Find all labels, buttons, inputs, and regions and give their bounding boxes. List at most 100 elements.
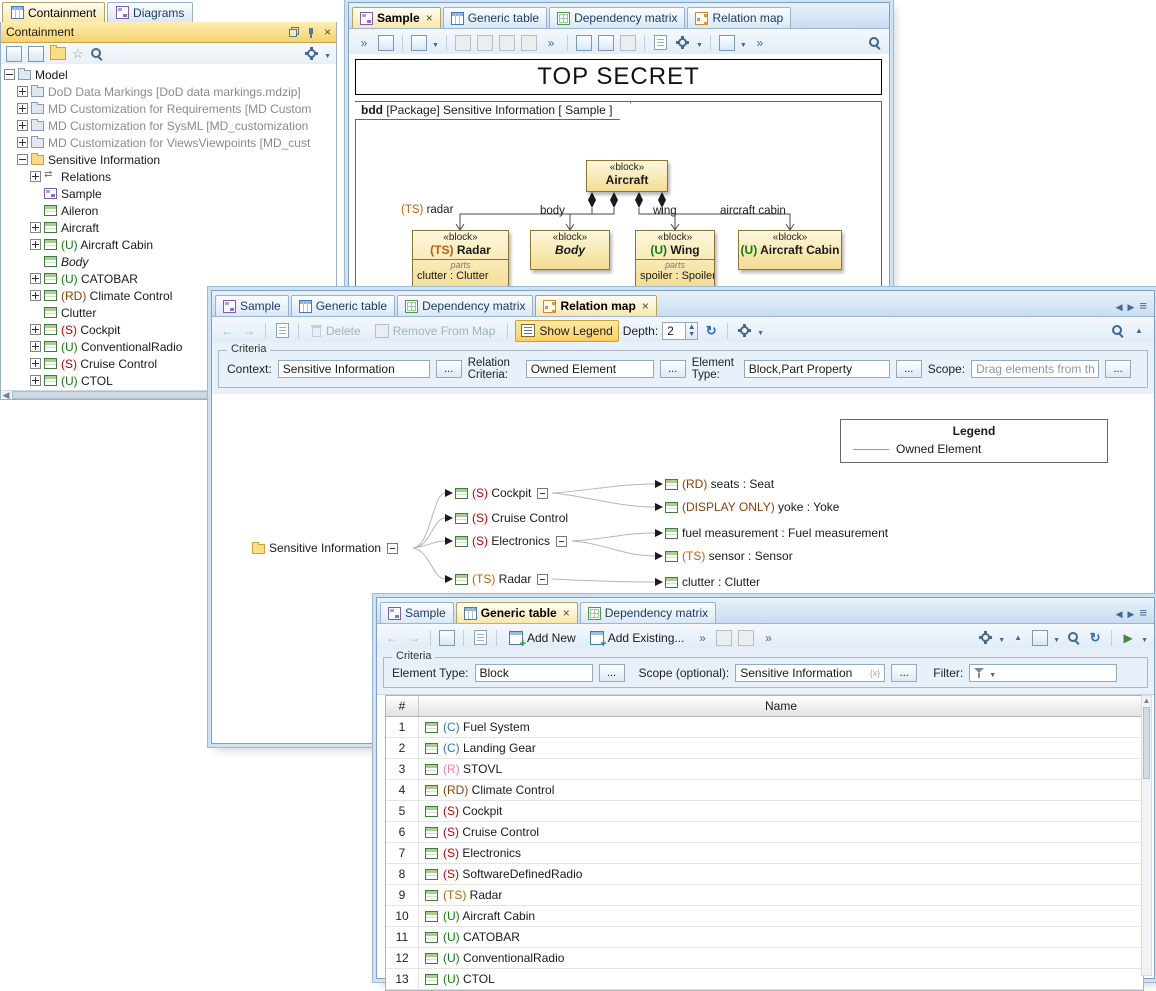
specification-icon[interactable] [474, 630, 487, 645]
search-icon[interactable] [1111, 324, 1124, 337]
diagram-canvas[interactable]: TOP SECRET bdd [Package] Sensitive Infor… [349, 54, 889, 289]
collapse-icon[interactable] [387, 543, 398, 554]
open-diagram-icon[interactable] [50, 47, 66, 60]
collapse-icon[interactable] [537, 488, 548, 499]
map-node[interactable]: clutter : Clutter [665, 573, 760, 591]
tab-diagrams[interactable]: Diagrams [107, 2, 193, 22]
map-node[interactable]: (RD) seats : Seat [665, 475, 774, 493]
chevron-down-icon[interactable] [324, 48, 331, 60]
copy-icon[interactable] [576, 35, 592, 51]
tree-item[interactable]: Aircraft [1, 219, 336, 236]
tree-item[interactable]: MD Customization for SysML [MD_customiza… [1, 117, 336, 134]
context-field[interactable]: Sensitive Information [278, 360, 430, 378]
block-aircraft-cabin[interactable]: «block»(U) Aircraft Cabin [738, 230, 842, 270]
tab-dependency-matrix[interactable]: Dependency matrix [549, 7, 685, 28]
chevron-down-icon[interactable] [757, 325, 764, 337]
favorites-icon[interactable] [72, 47, 84, 60]
scope-field[interactable]: Drag elements from th [971, 360, 1099, 378]
expand-icon[interactable] [17, 137, 28, 148]
tree-item[interactable]: Sensitive Information [1, 151, 336, 168]
tree-item[interactable]: MD Customization for Requirements [MD Cu… [1, 100, 336, 117]
tab-list-icon[interactable] [1139, 606, 1147, 619]
table-row[interactable]: 8(S) SoftwareDefinedRadio [386, 864, 1143, 885]
collapse-icon[interactable] [537, 574, 548, 585]
toolbar-overflow-icon[interactable] [355, 34, 373, 52]
previous-tab-icon[interactable] [1116, 607, 1123, 619]
previous-tab-icon[interactable] [1116, 300, 1123, 312]
tab-containment[interactable]: Containment [2, 2, 105, 22]
paste-icon[interactable] [598, 35, 614, 51]
next-tab-icon[interactable] [1127, 607, 1134, 619]
column-header-name[interactable]: Name [419, 696, 1143, 716]
map-node[interactable]: (S) Cockpit [455, 484, 548, 502]
block-radar[interactable]: «block»(TS) Radarpartsclutter : Clutter [412, 230, 509, 289]
scroll-up-icon[interactable] [1142, 696, 1151, 706]
map-node[interactable]: (S) Cruise Control [455, 509, 568, 527]
table-row[interactable]: 9(TS) Radar [386, 885, 1143, 906]
expand-icon[interactable] [30, 324, 41, 335]
containment-tool-icon[interactable] [439, 630, 455, 646]
expand-icon[interactable] [30, 222, 41, 233]
tree-item[interactable]: Body [1, 253, 336, 270]
float-window-icon[interactable] [289, 27, 299, 37]
tab-relation-map[interactable]: Relation map [535, 295, 656, 316]
search-icon[interactable] [868, 36, 881, 49]
table-row[interactable]: 4(RD) Climate Control [386, 780, 1143, 801]
map-node[interactable]: Sensitive Information [252, 539, 398, 557]
expand-icon[interactable] [17, 86, 28, 97]
depth-stepper[interactable] [686, 322, 698, 340]
map-node[interactable]: (S) Electronics [455, 532, 567, 550]
scrollbar-thumb[interactable] [1143, 707, 1150, 779]
block-body[interactable]: «block»Body [530, 230, 610, 270]
expand-icon[interactable] [30, 358, 41, 369]
toolbar-overflow-icon[interactable] [693, 629, 711, 647]
scope-more-button[interactable]: ... [891, 664, 917, 682]
tab-dependency-matrix[interactable]: Dependency matrix [397, 295, 533, 316]
collapse-icon[interactable] [17, 154, 28, 165]
close-icon[interactable] [426, 11, 433, 25]
map-node[interactable]: (TS) Radar [455, 570, 548, 588]
tree-item[interactable]: (U) Aircraft Cabin [1, 236, 336, 253]
table-row[interactable]: 6(S) Cruise Control [386, 822, 1143, 843]
toolbar-overflow-icon[interactable] [542, 34, 560, 52]
layout-icon[interactable] [411, 35, 427, 51]
collapse-icon[interactable] [4, 69, 15, 80]
next-tab-icon[interactable] [1127, 300, 1134, 312]
block-aircraft[interactable]: «block»Aircraft [586, 160, 668, 192]
chevron-down-icon[interactable] [998, 632, 1005, 644]
map-node[interactable]: fuel measurement : Fuel measurement [665, 524, 888, 542]
filter-field[interactable] [969, 664, 1117, 682]
expand-icon[interactable] [17, 103, 28, 114]
chevron-down-icon[interactable] [432, 37, 439, 49]
tab-relation-map[interactable]: Relation map [687, 7, 791, 28]
scope-field[interactable]: Sensitive Information [735, 664, 885, 682]
tree-item[interactable]: Relations [1, 168, 336, 185]
containment-tool-icon[interactable] [378, 35, 394, 51]
vertical-scrollbar[interactable] [1141, 695, 1152, 976]
scope-more-button[interactable]: ... [1105, 360, 1131, 378]
close-icon[interactable] [642, 299, 649, 313]
tab-list-icon[interactable] [1139, 299, 1147, 312]
add-new-button[interactable]: Add New [504, 628, 581, 648]
element-type-field[interactable]: Block,Part Property [744, 360, 890, 378]
refresh-icon[interactable] [702, 322, 720, 340]
tab-sample[interactable]: Sample [380, 602, 454, 623]
show-legend-button[interactable]: Show Legend [515, 320, 618, 342]
grid-icon[interactable] [719, 35, 735, 51]
collapse-icon[interactable] [556, 536, 567, 547]
tree-item[interactable]: Sample [1, 185, 336, 202]
relation-criteria-more-button[interactable]: ... [660, 360, 686, 378]
chevron-down-icon[interactable] [1141, 632, 1148, 644]
specification-icon[interactable] [276, 323, 289, 338]
scroll-left-icon[interactable] [1, 391, 11, 399]
expand-icon[interactable] [30, 375, 41, 386]
chevron-down-icon[interactable] [1053, 632, 1060, 644]
map-node[interactable]: (TS) sensor : Sensor [665, 547, 793, 565]
element-type-more-button[interactable]: ... [599, 664, 625, 682]
close-icon[interactable] [563, 606, 570, 620]
table-row[interactable]: 7(S) Electronics [386, 843, 1143, 864]
gear-icon[interactable] [738, 324, 751, 337]
tab-sample[interactable]: Sample [215, 295, 289, 316]
close-icon[interactable] [324, 25, 331, 39]
table-row[interactable]: 5(S) Cockpit [386, 801, 1143, 822]
